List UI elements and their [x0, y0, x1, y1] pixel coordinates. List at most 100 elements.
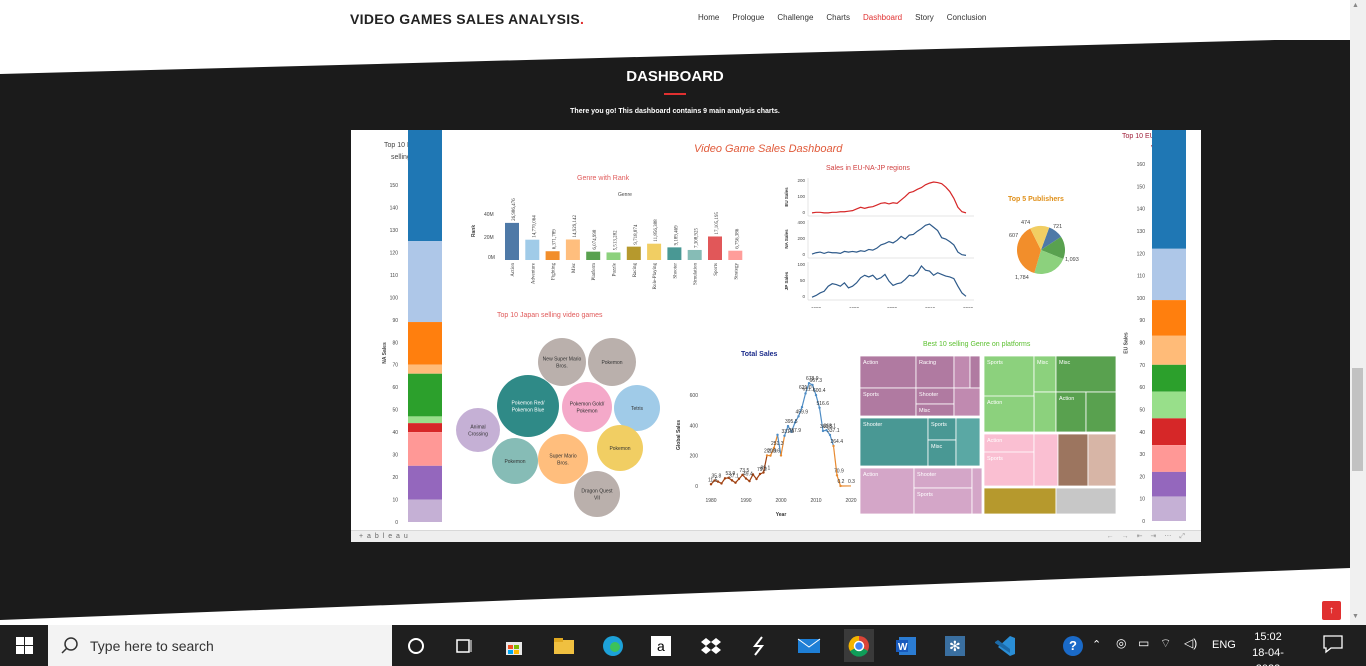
eu-stacked-bar[interactable]: 1601501401301201101009080706050403020100 — [1111, 130, 1201, 530]
total-xtick-label: 1990 — [740, 498, 751, 504]
genre-bar-chart[interactable]: 26,986,476 Action 14,770,064 Adventure 6,371… — [501, 190, 751, 300]
treemap-cell — [1055, 487, 1117, 514]
treemap-cell-label: Shooter — [863, 422, 882, 428]
nav-dashboard[interactable]: Dashboard — [863, 13, 902, 22]
genre-category-label: Shooter — [673, 263, 678, 279]
genre-category-label: Strategy — [734, 263, 739, 280]
treemap-cell-label: Shooter — [919, 392, 938, 398]
page-scrollbar[interactable] — [1350, 0, 1366, 625]
genre-value-label: 5,513,282 — [614, 230, 619, 251]
start-button[interactable] — [0, 625, 48, 666]
task-view-icon[interactable] — [451, 633, 477, 659]
scroll-thumb[interactable] — [1352, 368, 1363, 471]
chrome-icon[interactable] — [844, 629, 874, 662]
japan-bubble-label: Crossing — [468, 432, 488, 438]
total-point — [804, 392, 807, 395]
japan-bubble-label: Pokemon Red/ — [511, 401, 545, 407]
treemap-cell-label: Action — [987, 438, 1002, 444]
regions-line-charts[interactable]: 2001000EU Sales4002000NA Sales100500JP S… — [776, 178, 976, 308]
publishers-pie-chart[interactable]: 474 721 607 1,093 1,784 — [1001, 215, 1091, 280]
nav-home[interactable]: Home — [698, 13, 719, 22]
site-brand[interactable]: VIDEO GAMES SALES ANALYSIS. — [350, 11, 584, 27]
cortana-icon[interactable] — [403, 633, 429, 659]
total-sales-line-chart[interactable]: 60040020001980 1990 2000 2010 2020YearGlobal… — [666, 360, 866, 520]
tableau-toolbar-icons[interactable]: ←→⇤⇥⋯⤢ — [1107, 532, 1193, 541]
scroll-down-icon[interactable]: ▼ — [1352, 613, 1359, 620]
japan-bubble-label: VII — [594, 496, 600, 502]
na-tick-label: 120 — [390, 250, 399, 256]
dropbox-icon[interactable] — [698, 633, 724, 659]
scroll-up-icon[interactable]: ▲ — [1352, 2, 1359, 9]
region-axis-label: NA Sales — [784, 229, 789, 249]
nav-conclusion[interactable]: Conclusion — [947, 13, 987, 22]
file-explorer-icon[interactable] — [551, 633, 577, 659]
battery-icon[interactable]: ▭ — [1138, 636, 1149, 650]
treemap-cell-label: Action — [1059, 396, 1074, 402]
total-point-label: 0.2 — [838, 479, 845, 485]
language-indicator[interactable]: ENG — [1212, 639, 1236, 651]
genre-platform-treemap[interactable]: Action Racing Sports Shooter Misc Sports Misc M… — [860, 356, 1118, 514]
nav-challenge[interactable]: Challenge — [777, 13, 813, 22]
pie-value-label: 1,093 — [1065, 257, 1079, 263]
tableau-dashboard[interactable]: Video Game Sales Dashboard Top 10 N.A's … — [351, 130, 1201, 542]
genre-ylabel: Rank — [471, 224, 478, 238]
taskbar-clock[interactable]: 15:0218-04-2023 — [1244, 629, 1292, 666]
region-axis-label: JP Sales — [784, 271, 789, 290]
eu-tick-label: 90 — [1139, 318, 1145, 324]
genre-value-label: 14,929,142 — [573, 214, 578, 237]
vscode-icon[interactable] — [992, 633, 1018, 659]
windows-taskbar: Type here to search a W ✻ ? ⌃ ◎ ▭ ⌔ ◁) E… — [0, 625, 1366, 666]
treemap-cell — [913, 467, 973, 489]
nav-story[interactable]: Story — [915, 13, 934, 22]
taskbar-search[interactable]: Type here to search — [48, 625, 392, 666]
japan-bubble-label: Tetris — [631, 406, 643, 412]
total-ytick-label: 600 — [690, 393, 699, 399]
genre-bar — [525, 239, 540, 260]
headset-icon[interactable]: ◎ — [1116, 636, 1126, 650]
page: VIDEO GAMES SALES ANALYSIS. Home Prologu… — [0, 0, 1366, 666]
treemap-cell-label: Sports — [987, 360, 1003, 366]
genre-ytick-0m: 0M — [488, 255, 495, 261]
snowflake-app-icon[interactable]: ✻ — [942, 633, 968, 659]
na-tick-label: 110 — [390, 273, 398, 279]
publishers-chart-title: Top 5 Publishers — [1008, 196, 1064, 203]
app-lightning-icon[interactable] — [746, 633, 772, 659]
word-icon[interactable]: W — [893, 633, 919, 659]
total-point — [797, 415, 800, 418]
nav-prologue[interactable]: Prologue — [732, 13, 764, 22]
treemap-cell-label: Sports — [987, 456, 1003, 462]
mail-icon[interactable] — [796, 633, 822, 659]
edge-icon[interactable] — [600, 633, 626, 659]
total-ytick-label: 200 — [690, 454, 699, 460]
help-icon[interactable]: ? — [1063, 636, 1083, 656]
site-header: VIDEO GAMES SALES ANALYSIS. Home Prologu… — [0, 0, 1350, 40]
treemap-cell — [953, 356, 971, 389]
region-tick-label: 200 — [797, 236, 805, 241]
total-point-label: 89.1 — [761, 466, 771, 472]
total-ytick-label: 0 — [695, 484, 698, 490]
volume-icon[interactable]: ◁) — [1184, 636, 1197, 650]
total-point — [723, 477, 727, 480]
japan-bubble-label: New Super Mario — [543, 357, 582, 363]
amazon-icon[interactable]: a — [648, 633, 674, 659]
region-tick-label: 200 — [797, 178, 805, 183]
notification-icon[interactable] — [1322, 634, 1344, 654]
nav-charts[interactable]: Charts — [826, 13, 850, 22]
back-to-top-button[interactable]: ↑ — [1322, 601, 1341, 620]
japan-bubble-chart[interactable]: New Super MarioBros.PokemonPokemon Red/P… — [451, 335, 666, 520]
network-icon[interactable]: ⌔ — [1160, 636, 1171, 651]
chevron-up-icon[interactable]: ⌃ — [1092, 638, 1101, 651]
genre-value-label: 6,074,998 — [593, 229, 598, 250]
eu-tick-label: 110 — [1137, 274, 1145, 280]
eu-tick-label: 100 — [1137, 296, 1146, 302]
na-tick-label: 80 — [392, 340, 398, 346]
eu-bar-segment — [1152, 391, 1186, 419]
total-point-label: 667.3 — [810, 378, 823, 384]
na-tick-label: 30 — [392, 453, 398, 459]
treemap-cell — [983, 487, 1057, 514]
genre-ytick-40m: 40M — [484, 212, 494, 218]
tableau-logo[interactable]: + a b l e a u — [359, 533, 409, 540]
store-icon[interactable] — [501, 633, 527, 659]
total-point — [783, 434, 786, 438]
na-tick-label: 130 — [390, 228, 399, 234]
